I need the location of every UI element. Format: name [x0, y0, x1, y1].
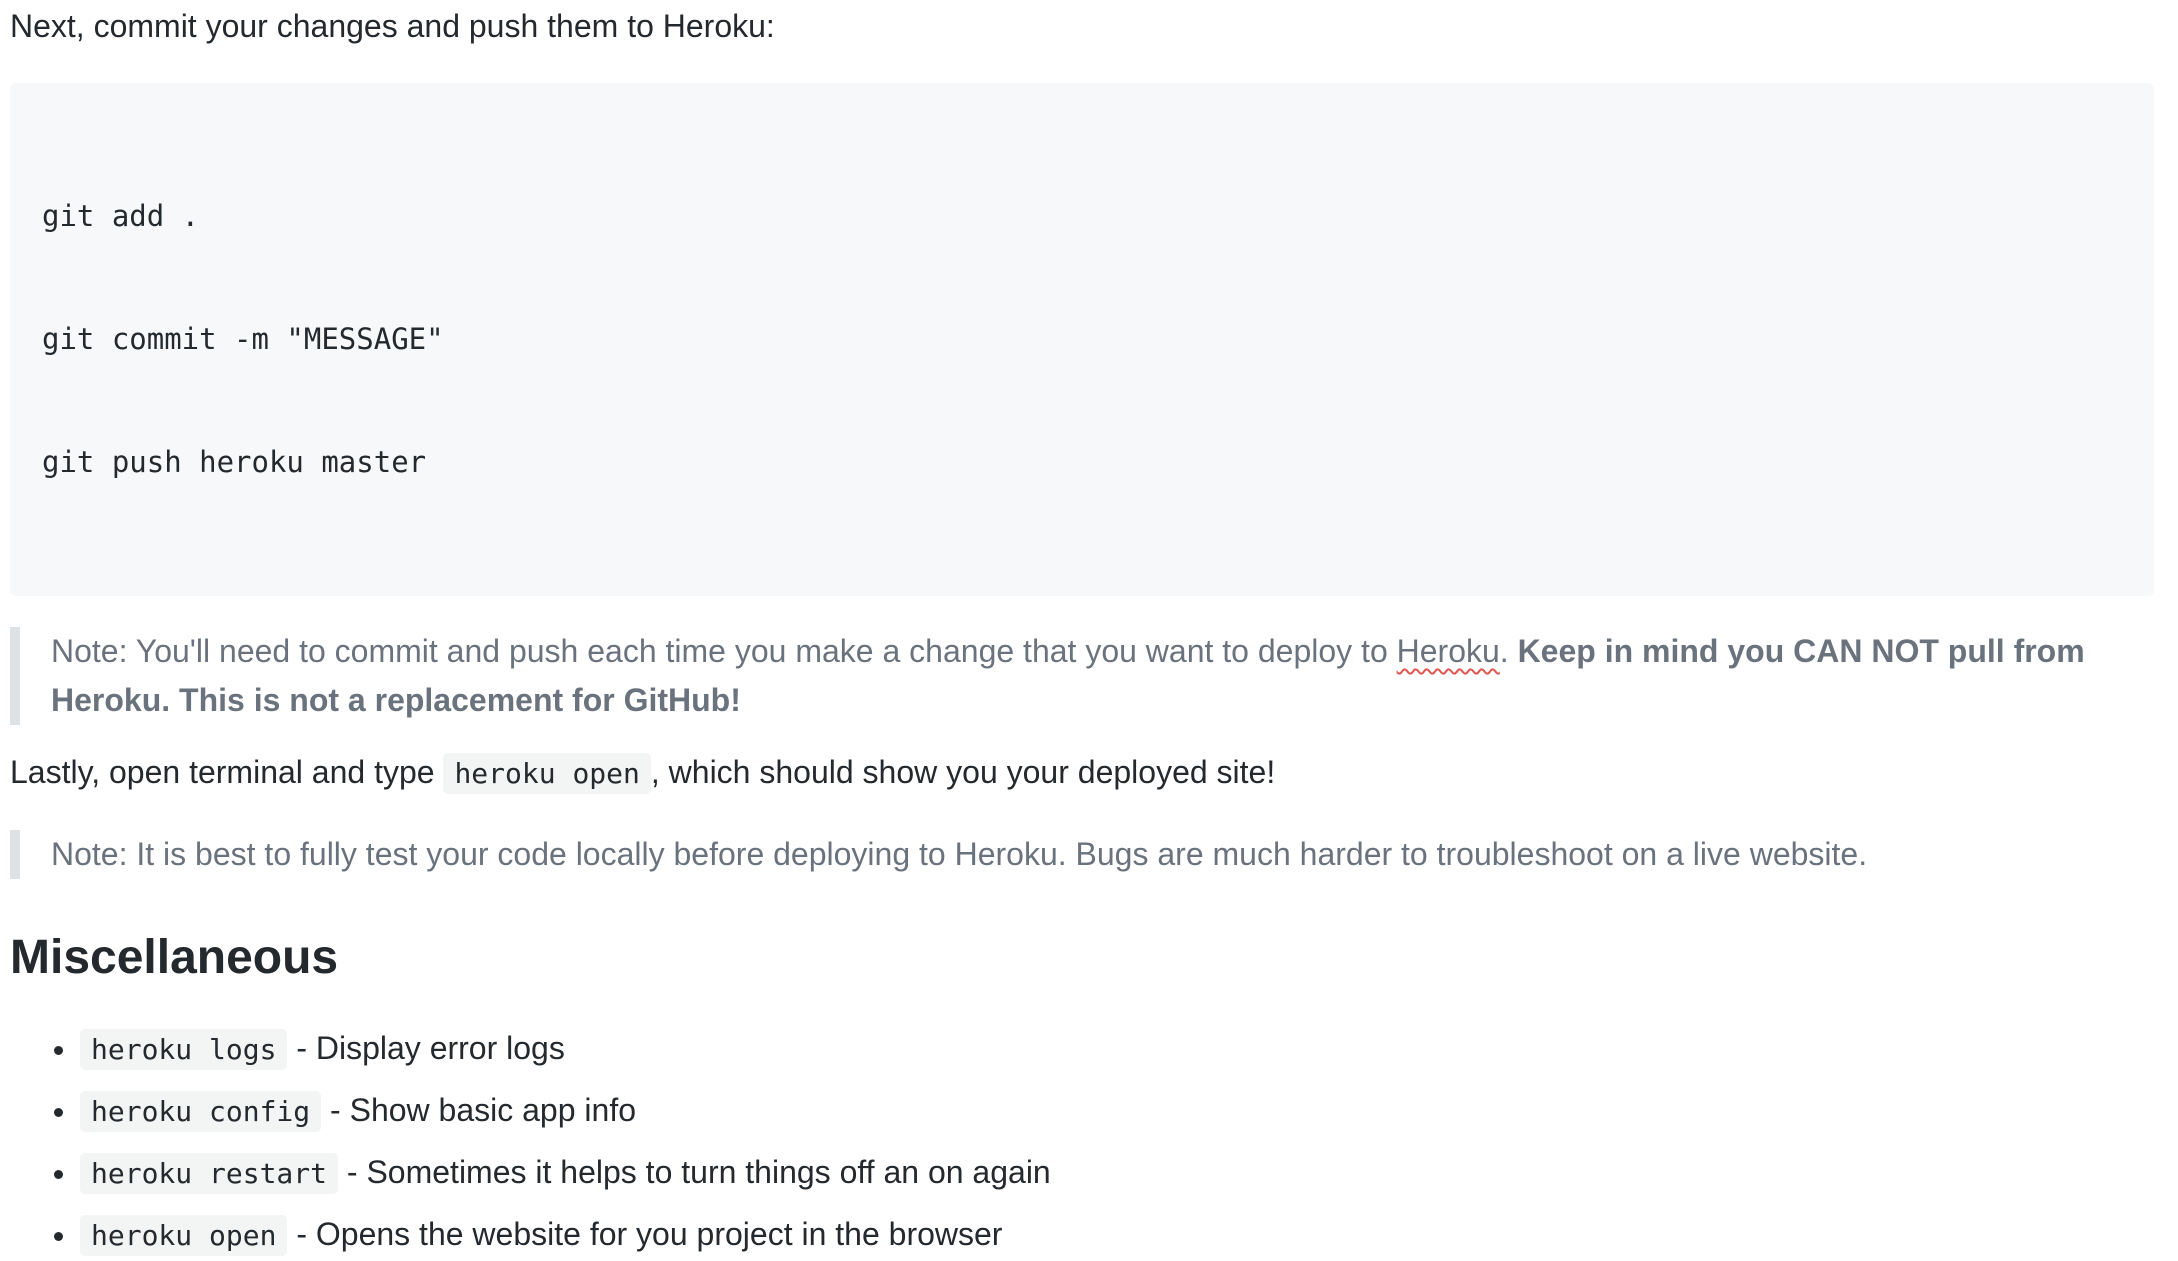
misc-command-list: heroku logs - Display error logs heroku …: [10, 1023, 2154, 1261]
spellcheck-word: Heroku: [1396, 633, 1500, 669]
lastly-text: Lastly, open terminal and type: [10, 754, 444, 790]
lastly-paragraph: Lastly, open terminal and type heroku op…: [10, 747, 2154, 799]
code-block: git add . git commit -m "MESSAGE" git pu…: [10, 83, 2154, 596]
inline-code: heroku config: [80, 1091, 322, 1132]
note-blockquote-testing: Note: It is best to fully test your code…: [10, 830, 2154, 879]
note-text: Note: It is best to fully test your code…: [51, 836, 1868, 872]
note-text: .: [1499, 633, 1518, 669]
list-item-desc: - Sometimes it helps to turn things off …: [338, 1154, 1051, 1190]
code-line: git add .: [42, 199, 200, 233]
markdown-document: Next, commit your changes and push them …: [0, 1, 2178, 1261]
list-item: heroku logs - Display error logs: [78, 1023, 2154, 1075]
lastly-text: , which should show you your deployed si…: [650, 754, 1276, 790]
inline-code: heroku logs: [80, 1029, 288, 1070]
inline-code: heroku open: [443, 753, 651, 794]
section-heading: Miscellaneous: [10, 931, 339, 984]
list-item: heroku config - Show basic app info: [78, 1085, 2154, 1137]
inline-code: heroku open: [80, 1215, 288, 1256]
list-item-desc: - Show basic app info: [321, 1092, 636, 1128]
note-text: Note: You'll need to commit and push eac…: [51, 633, 1397, 669]
list-item: heroku restart - Sometimes it helps to t…: [78, 1147, 2154, 1199]
intro-paragraph: Next, commit your changes and push them …: [10, 8, 775, 44]
list-item-desc: - Display error logs: [287, 1030, 565, 1066]
code-line: git push heroku master: [42, 445, 427, 479]
note-blockquote-commit: Note: You'll need to commit and push eac…: [10, 627, 2154, 725]
list-item: heroku open - Opens the website for you …: [78, 1209, 2154, 1261]
inline-code: heroku restart: [80, 1153, 339, 1194]
list-item-desc: - Opens the website for you project in t…: [287, 1216, 1003, 1252]
code-line: git commit -m "MESSAGE": [42, 322, 444, 356]
